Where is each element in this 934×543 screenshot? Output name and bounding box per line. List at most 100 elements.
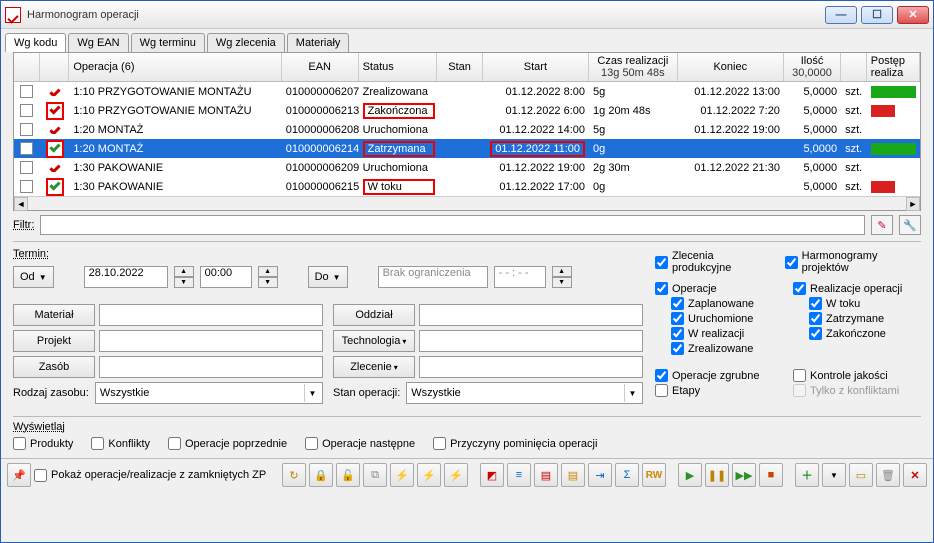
table-row[interactable]: 1:10 PRZYGOTOWANIE MONTAŻU010000006207Zr… [14, 82, 920, 101]
tool-sum[interactable]: Σ [615, 463, 639, 487]
chk-realizacje[interactable] [793, 282, 806, 295]
chk-zakonczone[interactable] [809, 327, 822, 340]
chk-wrealizacji[interactable] [671, 327, 684, 340]
projekt-button[interactable]: Projekt [13, 330, 95, 352]
date-to-input[interactable]: Brak ograniczenia [378, 266, 488, 288]
tool-bolt2[interactable]: ⚡ [417, 463, 441, 487]
material-input[interactable] [99, 304, 323, 326]
row-checkbox[interactable] [20, 142, 33, 155]
chk-kontrole[interactable] [793, 369, 806, 382]
table-row[interactable]: 1:20 MONTAŻ010000006214Zatrzymana01.12.2… [14, 139, 920, 158]
col-ean[interactable]: EAN [282, 53, 359, 81]
close-button[interactable]: ✕ [897, 6, 929, 24]
time-to-input[interactable]: - - : - - [494, 266, 546, 288]
table-row[interactable]: 1:30 PAKOWANIE010000006215W toku01.12.20… [14, 177, 920, 196]
date-from-spinner[interactable]: ▲▼ [174, 266, 194, 288]
col-czas[interactable]: Czas realizacji13g 50m 48s [589, 53, 678, 81]
chk-produkty[interactable] [13, 437, 26, 450]
oddzial-button[interactable]: Oddział [333, 304, 415, 326]
tool-export[interactable]: ⇥ [588, 463, 612, 487]
chk-zatrzymane[interactable] [809, 312, 822, 325]
tool-bolt1[interactable]: ⚡ [390, 463, 414, 487]
chk-etapy[interactable] [655, 384, 668, 397]
zlecenie-button[interactable]: Zlecenie▾ [333, 356, 415, 378]
pin-button[interactable]: 📌 [7, 463, 31, 487]
filter-settings-button[interactable]: 🔧 [899, 215, 921, 235]
filter-input[interactable] [40, 215, 865, 235]
chk-show-closed[interactable] [34, 469, 47, 482]
tool-add-menu[interactable]: ▼ [822, 463, 846, 487]
col-operation[interactable]: Operacja (6) [69, 53, 281, 81]
col-status[interactable]: Status [359, 53, 438, 81]
scroll-right-icon[interactable]: ► [906, 197, 920, 211]
table-row[interactable]: 1:30 PAKOWANIE010000006209Uruchomiona01.… [14, 158, 920, 177]
material-button[interactable]: Materiał [13, 304, 95, 326]
scroll-left-icon[interactable]: ◄ [14, 197, 28, 211]
table-row[interactable]: 1:20 MONTAŻ010000006208Uruchomiona01.12.… [14, 120, 920, 139]
rodzaj-combo[interactable]: Wszystkie▼ [95, 382, 323, 404]
chk-poprzednie[interactable] [168, 437, 181, 450]
chk-konflikty[interactable] [91, 437, 104, 450]
tool-delete[interactable]: 🗑 [876, 463, 900, 487]
tool-playall[interactable]: ▶▶ [732, 463, 756, 487]
filter-apply-button[interactable]: ✎ [871, 215, 893, 235]
time-to-spinner[interactable]: ▲▼ [552, 266, 572, 288]
date-from-input[interactable]: 28.10.2022 [84, 266, 168, 288]
chk-zgrubne[interactable] [655, 369, 668, 382]
chk-operacje[interactable] [655, 282, 668, 295]
tool-refresh[interactable]: ↻ [282, 463, 306, 487]
col-start[interactable]: Start [483, 53, 589, 81]
tool-play[interactable]: ▶ [678, 463, 702, 487]
tool-gantt1[interactable]: ▤ [534, 463, 558, 487]
tab-wg-ean[interactable]: Wg EAN [68, 33, 128, 52]
tab-wg-kodu[interactable]: Wg kodu [5, 33, 66, 52]
col-postep[interactable]: Postęp realiza [867, 53, 920, 81]
tab-materialy[interactable]: Materiały [287, 33, 350, 52]
tab-wg-terminu[interactable]: Wg terminu [131, 33, 205, 52]
row-checkbox[interactable] [20, 161, 33, 174]
tool-stop[interactable]: ■ [759, 463, 783, 487]
chk-przyczyny[interactable] [433, 437, 446, 450]
tool-red1[interactable]: ◩ [480, 463, 504, 487]
chk-nastepne[interactable] [305, 437, 318, 450]
chk-zaplanowane[interactable] [671, 297, 684, 310]
zlecenie-input[interactable] [419, 356, 643, 378]
tool-pause[interactable]: ❚❚ [705, 463, 729, 487]
row-checkbox[interactable] [20, 180, 33, 193]
tool-bolt3[interactable]: ⚡ [444, 463, 468, 487]
time-from-input[interactable]: 00:00 [200, 266, 252, 288]
row-checkbox[interactable] [20, 85, 33, 98]
chk-zrealizowane[interactable] [671, 342, 684, 355]
col-koniec[interactable]: Koniec [678, 53, 784, 81]
col-ilosc[interactable]: Ilość30,0000 [784, 53, 841, 81]
zasob-input[interactable] [99, 356, 323, 378]
row-checkbox[interactable] [20, 104, 33, 117]
tool-lines[interactable]: ≡ [507, 463, 531, 487]
chk-zlecenia-prod[interactable] [655, 256, 668, 269]
tool-copy[interactable]: ⧉ [363, 463, 387, 487]
chk-harm-proj[interactable] [785, 256, 798, 269]
tool-close[interactable]: ✕ [903, 463, 927, 487]
tool-unlock[interactable]: 🔓 [336, 463, 360, 487]
tab-wg-zlecenia[interactable]: Wg zlecenia [207, 33, 285, 52]
stan-combo[interactable]: Wszystkie▼ [406, 382, 643, 404]
chk-uruchomione[interactable] [671, 312, 684, 325]
projekt-input[interactable] [99, 330, 323, 352]
row-checkbox[interactable] [20, 123, 33, 136]
zasob-button[interactable]: Zasób [13, 356, 95, 378]
technologia-input[interactable] [419, 330, 643, 352]
grid-hscroll[interactable]: ◄ ► [14, 196, 920, 210]
tool-edit[interactable]: ▭ [849, 463, 873, 487]
oddzial-input[interactable] [419, 304, 643, 326]
od-button[interactable]: Od▼ [13, 266, 54, 288]
table-row[interactable]: 1:10 PRZYGOTOWANIE MONTAŻU010000006213Za… [14, 101, 920, 120]
tool-add[interactable]: ＋ [795, 463, 819, 487]
tool-gantt2[interactable]: ▤ [561, 463, 585, 487]
col-stan[interactable]: Stan [437, 53, 482, 81]
minimize-button[interactable]: — [825, 6, 857, 24]
chk-wtoku[interactable] [809, 297, 822, 310]
do-button[interactable]: Do▼ [308, 266, 348, 288]
time-from-spinner[interactable]: ▲▼ [258, 266, 278, 288]
tool-rw[interactable]: RW [642, 463, 666, 487]
technologia-button[interactable]: Technologia▾ [333, 330, 415, 352]
